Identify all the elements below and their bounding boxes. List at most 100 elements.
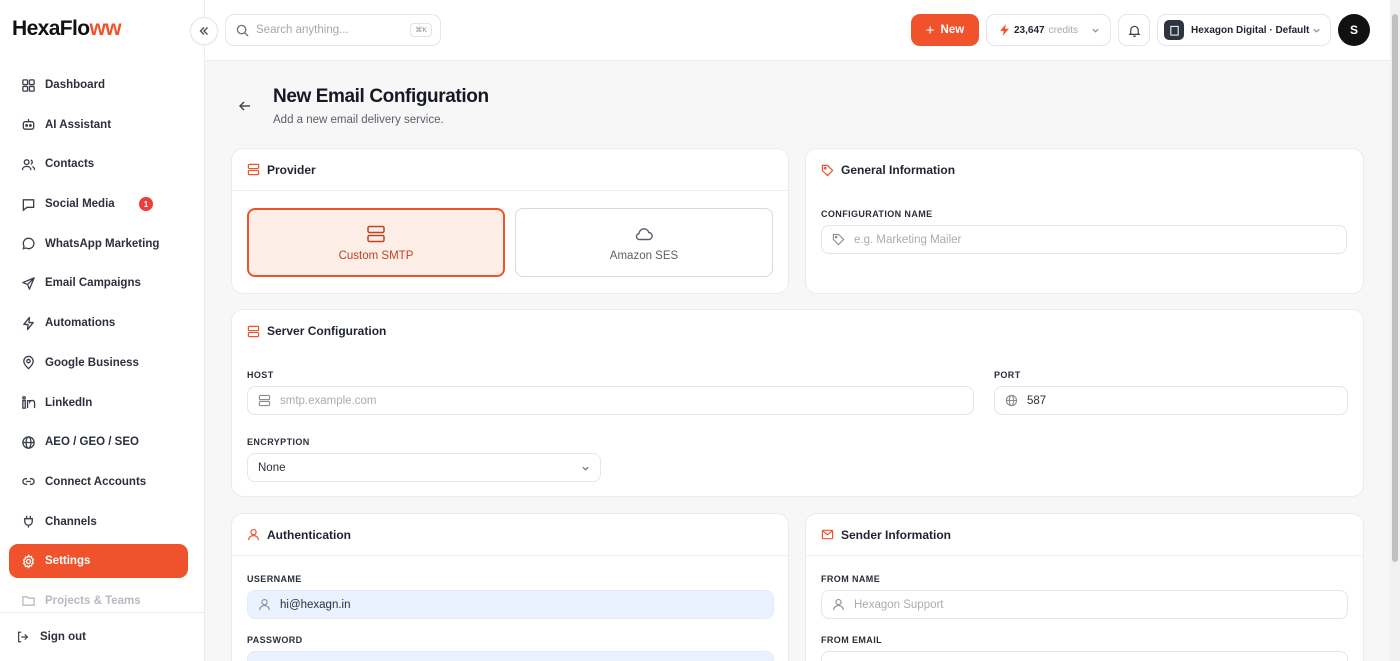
- sidebar-item-contacts[interactable]: Contacts: [9, 147, 188, 181]
- provider-option-label: Amazon SES: [609, 249, 679, 262]
- tag-icon: [832, 233, 845, 246]
- sidebar-item-social-media[interactable]: Social Media 1: [9, 187, 188, 221]
- server-icon: [247, 325, 260, 337]
- workspace-label: Hexagon Digital · Default: [1191, 24, 1310, 36]
- provider-option-amazon-ses[interactable]: Amazon SES: [515, 208, 773, 277]
- card-title: Provider: [267, 162, 316, 177]
- gear-icon: [22, 553, 35, 569]
- username-input[interactable]: [280, 598, 718, 611]
- credits-dropdown[interactable]: 23,647 credits: [986, 14, 1111, 46]
- linkedin-icon: [22, 395, 36, 409]
- building-icon: [1164, 20, 1184, 40]
- field-label: PASSWORD: [247, 635, 303, 645]
- sidebar-item-label: Email Campaigns: [45, 277, 141, 290]
- sidebar-item-ai-assistant[interactable]: AI Assistant: [9, 108, 188, 142]
- page-title: New Email Configuration: [273, 86, 489, 107]
- sign-out-label: Sign out: [40, 631, 86, 643]
- chevrons-left-icon: [199, 27, 208, 35]
- card-header: General Information: [806, 149, 1363, 191]
- sign-out-button[interactable]: Sign out: [0, 612, 204, 661]
- chat-square-icon: [22, 198, 35, 211]
- user-avatar[interactable]: S: [1338, 14, 1370, 46]
- field-label: CONFIGURATION NAME: [821, 209, 933, 219]
- sidebar-item-dashboard[interactable]: Dashboard: [9, 68, 188, 102]
- logout-icon: [18, 631, 29, 643]
- card-header: Server Configuration: [232, 310, 1363, 352]
- sidebar-item-label: Social Media: [45, 198, 115, 211]
- bolt-icon: [23, 316, 34, 330]
- server-icon: [367, 225, 385, 242]
- sidebar-item-whatsapp-marketing[interactable]: WhatsApp Marketing: [9, 227, 188, 261]
- card-header: Provider: [232, 149, 788, 191]
- sidebar-item-label: AEO / GEO / SEO: [45, 436, 139, 449]
- sidebar-collapse-button[interactable]: [190, 17, 218, 45]
- field-label: PORT: [994, 370, 1021, 380]
- search-input[interactable]: [256, 24, 406, 36]
- sidebar-item-label: Google Business: [45, 356, 139, 369]
- sidebar-item-label: Connect Accounts: [45, 475, 147, 488]
- field-label: FROM EMAIL: [821, 635, 882, 645]
- scrollbar-thumb[interactable]: [1392, 14, 1398, 562]
- sidebar-item-label: LinkedIn: [45, 396, 93, 409]
- provider-option-custom-smtp[interactable]: Custom SMTP: [247, 208, 505, 277]
- provider-option-label: Custom SMTP: [338, 249, 414, 262]
- users-icon: [21, 159, 36, 171]
- encryption-select[interactable]: None: [247, 453, 601, 482]
- from-name-input[interactable]: [854, 598, 1292, 611]
- notifications-button[interactable]: [1118, 14, 1150, 46]
- from-email-field[interactable]: [821, 651, 1348, 661]
- card-header: Authentication: [232, 514, 788, 556]
- brand-logo[interactable]: HexaFloww: [12, 17, 122, 41]
- workspace-selector[interactable]: Hexagon Digital · Default: [1157, 14, 1331, 46]
- server-icon: [258, 394, 271, 407]
- page-subtitle: Add a new email delivery service.: [273, 114, 444, 126]
- server-configuration-card: Server Configuration HOST PORT ENCRYPTIO…: [231, 309, 1364, 497]
- host-field[interactable]: [247, 386, 974, 415]
- from-name-field[interactable]: [821, 590, 1348, 619]
- sidebar-item-settings[interactable]: Settings: [9, 544, 188, 579]
- send-icon: [22, 277, 35, 290]
- sidebar-item-connect-accounts[interactable]: Connect Accounts: [9, 465, 188, 499]
- credits-value: 23,647: [1014, 24, 1045, 36]
- host-input[interactable]: [280, 394, 888, 407]
- configuration-name-input[interactable]: [854, 233, 1291, 246]
- sidebar-item-google-business[interactable]: Google Business: [9, 346, 188, 380]
- configuration-name-field[interactable]: [821, 225, 1347, 254]
- search-icon: [236, 24, 249, 37]
- search-box[interactable]: ⌘K: [225, 14, 441, 46]
- password-field[interactable]: [247, 651, 774, 661]
- field-label: FROM NAME: [821, 574, 881, 584]
- sidebar-item-aeo-geo-seo[interactable]: AEO / GEO / SEO: [9, 425, 188, 459]
- user-icon: [833, 599, 844, 611]
- sidebar-item-label: WhatsApp Marketing: [45, 237, 160, 250]
- search-shortcut: ⌘K: [410, 23, 432, 37]
- sender-information-card: Sender Information FROM NAME FROM EMAIL: [805, 513, 1364, 661]
- sidebar-item-label: Automations: [45, 317, 116, 330]
- mail-icon: [821, 529, 834, 540]
- grid-icon: [22, 78, 35, 92]
- sidebar-item-linkedin[interactable]: LinkedIn: [9, 386, 188, 420]
- username-field[interactable]: [247, 590, 774, 619]
- sidebar-item-automations[interactable]: Automations: [9, 306, 188, 340]
- general-information-card: General Information CONFIGURATION NAME: [805, 148, 1364, 294]
- server-icon: [247, 163, 260, 176]
- user-icon: [259, 599, 270, 611]
- bot-icon: [22, 119, 35, 131]
- arrow-left-icon: [239, 101, 250, 111]
- sidebar-item-channels[interactable]: Channels: [9, 505, 188, 539]
- provider-card: Provider Custom SMTP Amazon SES: [231, 148, 789, 294]
- back-button[interactable]: [237, 98, 253, 114]
- sidebar-nav: Dashboard AI Assistant Contacts Social M…: [9, 68, 188, 624]
- plug-icon: [24, 515, 33, 528]
- card-title: Sender Information: [841, 527, 952, 542]
- tag-icon: [821, 164, 834, 176]
- new-button[interactable]: + New: [911, 14, 979, 46]
- sidebar-item-label: AI Assistant: [45, 118, 112, 131]
- plus-icon: +: [925, 21, 935, 39]
- sidebar-item-email-campaigns[interactable]: Email Campaigns: [9, 266, 188, 300]
- bell-icon: [1128, 25, 1140, 37]
- port-input[interactable]: [1027, 394, 1318, 407]
- port-field[interactable]: [994, 386, 1348, 415]
- cloud-icon: [635, 227, 653, 240]
- folder-icon: [22, 596, 35, 607]
